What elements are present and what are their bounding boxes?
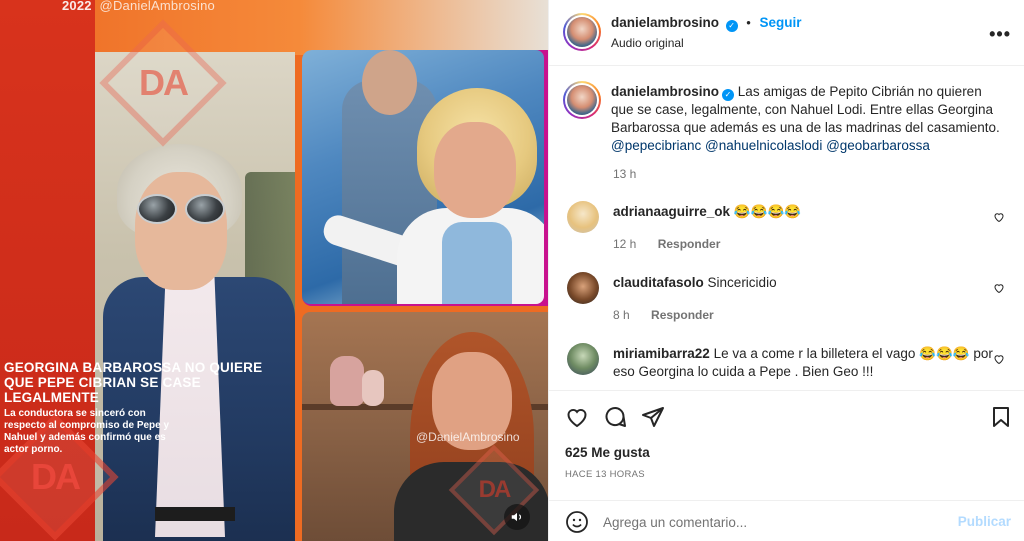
- reply-button[interactable]: Responder: [658, 237, 721, 251]
- mention-link[interactable]: @pepecibrianc: [611, 138, 701, 153]
- comment-input[interactable]: [603, 510, 943, 534]
- media-headline: GEORGINA BARBAROSSA NO QUIERE QUE PEPE C…: [4, 360, 263, 405]
- volume-button[interactable]: [504, 504, 530, 530]
- watermark-handle: @DanielAmbrosino: [99, 0, 215, 13]
- avatar[interactable]: [567, 201, 599, 233]
- comment-meta: 8 h Responder: [613, 308, 714, 322]
- comment-body: adrianaaguirre_ok 😂😂😂😂: [613, 203, 993, 221]
- post-actions: 625 Me gusta HACE 13 HORAS: [549, 390, 1024, 495]
- header-username[interactable]: danielambrosino: [611, 15, 719, 30]
- posted-time[interactable]: HACE 13 HORAS: [565, 469, 645, 480]
- comment-icon[interactable]: [603, 405, 627, 429]
- emoji-icon[interactable]: [565, 510, 589, 534]
- post-header: danielambrosino ✓ • Seguir Audio origina…: [549, 0, 1024, 66]
- comment-time[interactable]: 12 h: [613, 237, 636, 251]
- avatar[interactable]: [567, 272, 599, 304]
- caption-text-block: danielambrosino ✓ Las amigas de Pepito Ci…: [611, 83, 1006, 155]
- media-headline-block: GEORGINA BARBAROSSA NO QUIERE QUE PEPE C…: [4, 360, 274, 456]
- comment-text: Sincericidio: [707, 275, 777, 290]
- photo-top-right-woman: [302, 50, 548, 306]
- heart-icon[interactable]: [993, 211, 1005, 223]
- media-subheadline: La conductora se sinceró con respecto al…: [4, 408, 170, 455]
- follow-button[interactable]: Seguir: [759, 15, 801, 30]
- avatar[interactable]: [563, 81, 601, 119]
- comments-list: danielambrosino ✓ Las amigas de Pepito Ci…: [549, 67, 1024, 390]
- comment-body: miriamibarra22 Le va a come r la billete…: [613, 345, 993, 381]
- likes-count[interactable]: 625 Me gusta: [565, 445, 650, 460]
- comment-body: clauditafasolo Sincericidio: [613, 274, 993, 292]
- mention-link[interactable]: @nahuelnicolaslodi: [705, 138, 822, 153]
- volume-icon: [511, 512, 522, 522]
- heart-icon[interactable]: [993, 282, 1005, 294]
- publish-button[interactable]: Publicar: [958, 514, 1011, 529]
- add-comment-bar: Publicar: [549, 500, 1024, 541]
- audio-label[interactable]: Audio original: [611, 36, 684, 50]
- caption-username[interactable]: danielambrosino: [611, 84, 719, 99]
- post-side-panel: danielambrosino ✓ • Seguir Audio origina…: [548, 0, 1024, 541]
- verified-icon: ✓: [725, 20, 738, 32]
- avatar[interactable]: [567, 343, 599, 375]
- heart-icon[interactable]: [565, 405, 589, 429]
- comment-username[interactable]: clauditafasolo: [613, 275, 704, 290]
- photo-left-man: [95, 52, 295, 541]
- comment-text: 😂😂😂😂: [733, 204, 802, 219]
- avatar[interactable]: [563, 13, 601, 51]
- more-icon[interactable]: •••: [989, 24, 1011, 45]
- separator-dot: •: [746, 15, 751, 30]
- post-media[interactable]: 2022 @DanielAmbrosino @DanielAmbrosino D…: [0, 0, 548, 541]
- header-user-line: danielambrosino ✓ • Seguir: [611, 15, 801, 32]
- mention-link[interactable]: @geobarbarossa: [826, 138, 930, 153]
- watermark-year: 2022: [62, 0, 92, 13]
- comment-username[interactable]: miriamibarra22: [613, 346, 710, 361]
- reply-button[interactable]: Responder: [651, 308, 714, 322]
- verified-icon: ✓: [722, 89, 735, 101]
- comment-username[interactable]: adrianaaguirre_ok: [613, 204, 730, 219]
- top-watermark: 2022 @DanielAmbrosino: [62, 0, 215, 13]
- bookmark-icon[interactable]: [989, 405, 1013, 429]
- inner-watermark: @DanielAmbrosino: [416, 430, 520, 444]
- comment-meta: 12 h Responder: [613, 237, 720, 251]
- share-icon[interactable]: [641, 405, 665, 429]
- caption-time[interactable]: 13 h: [613, 167, 636, 181]
- comment-time[interactable]: 8 h: [613, 308, 630, 322]
- heart-icon[interactable]: [993, 353, 1005, 365]
